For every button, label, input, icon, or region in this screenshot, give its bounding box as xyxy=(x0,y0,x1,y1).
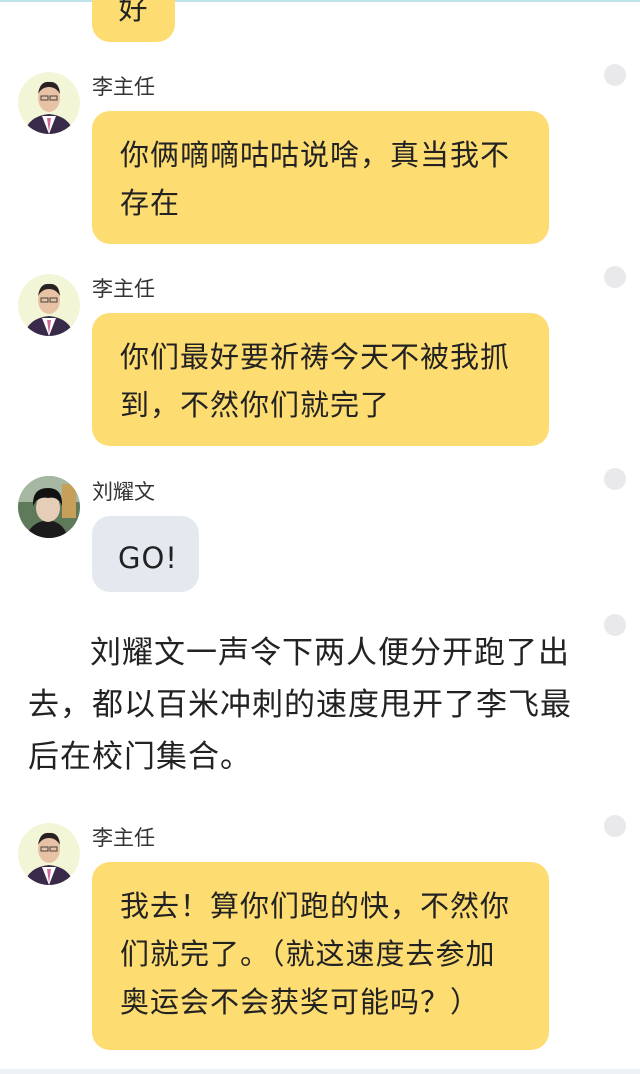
avatar-li-zhuren[interactable] xyxy=(18,72,80,134)
more-options-dot[interactable] xyxy=(604,815,626,837)
avatar-liu-yaowen[interactable] xyxy=(18,476,80,538)
message-bubble[interactable]: GO! xyxy=(92,516,199,592)
message-bubble[interactable]: 我去！算你们跑的快，不然你们就完了。（就这速度去参加奥运会不会获奖可能吗？） xyxy=(92,862,549,1050)
message-bubble[interactable]: 你俩嘀嘀咕咕说啥，真当我不存在 xyxy=(92,111,549,244)
message-bubble[interactable]: 你们最好要祈祷今天不被我抓到，不然你们就完了 xyxy=(92,313,549,446)
more-options-dot[interactable] xyxy=(604,468,626,490)
message-text: 我去！算你们跑的快，不然你们就完了。（就这速度去参加奥运会不会获奖可能吗？） xyxy=(120,889,511,1019)
message-text: 你们最好要祈祷今天不被我抓到，不然你们就完了 xyxy=(120,340,511,422)
sender-name: 李主任 xyxy=(92,75,155,99)
more-options-dot[interactable] xyxy=(604,64,626,86)
bottom-divider xyxy=(0,1069,640,1074)
message-text: 你俩嘀嘀咕咕说啥，真当我不存在 xyxy=(120,138,511,220)
sender-name: 李主任 xyxy=(92,277,155,301)
previous-message-text: 好 xyxy=(118,0,149,26)
narration-paragraph: 刘耀文一声令下两人便分开跑了出去，都以百米冲刺的速度甩开了李飞最后在校门集合。 xyxy=(28,627,600,783)
more-options-dot[interactable] xyxy=(604,614,626,636)
sender-name: 李主任 xyxy=(92,826,155,850)
narration-text: 刘耀文一声令下两人便分开跑了出去，都以百米冲刺的速度甩开了李飞最后在校门集合。 xyxy=(28,635,572,775)
sender-name: 刘耀文 xyxy=(92,480,155,504)
avatar-li-zhuren[interactable] xyxy=(18,823,80,885)
previous-message-bubble: 好 xyxy=(92,0,175,42)
avatar-li-zhuren[interactable] xyxy=(18,274,80,336)
message-text: GO! xyxy=(118,541,178,575)
more-options-dot[interactable] xyxy=(604,266,626,288)
